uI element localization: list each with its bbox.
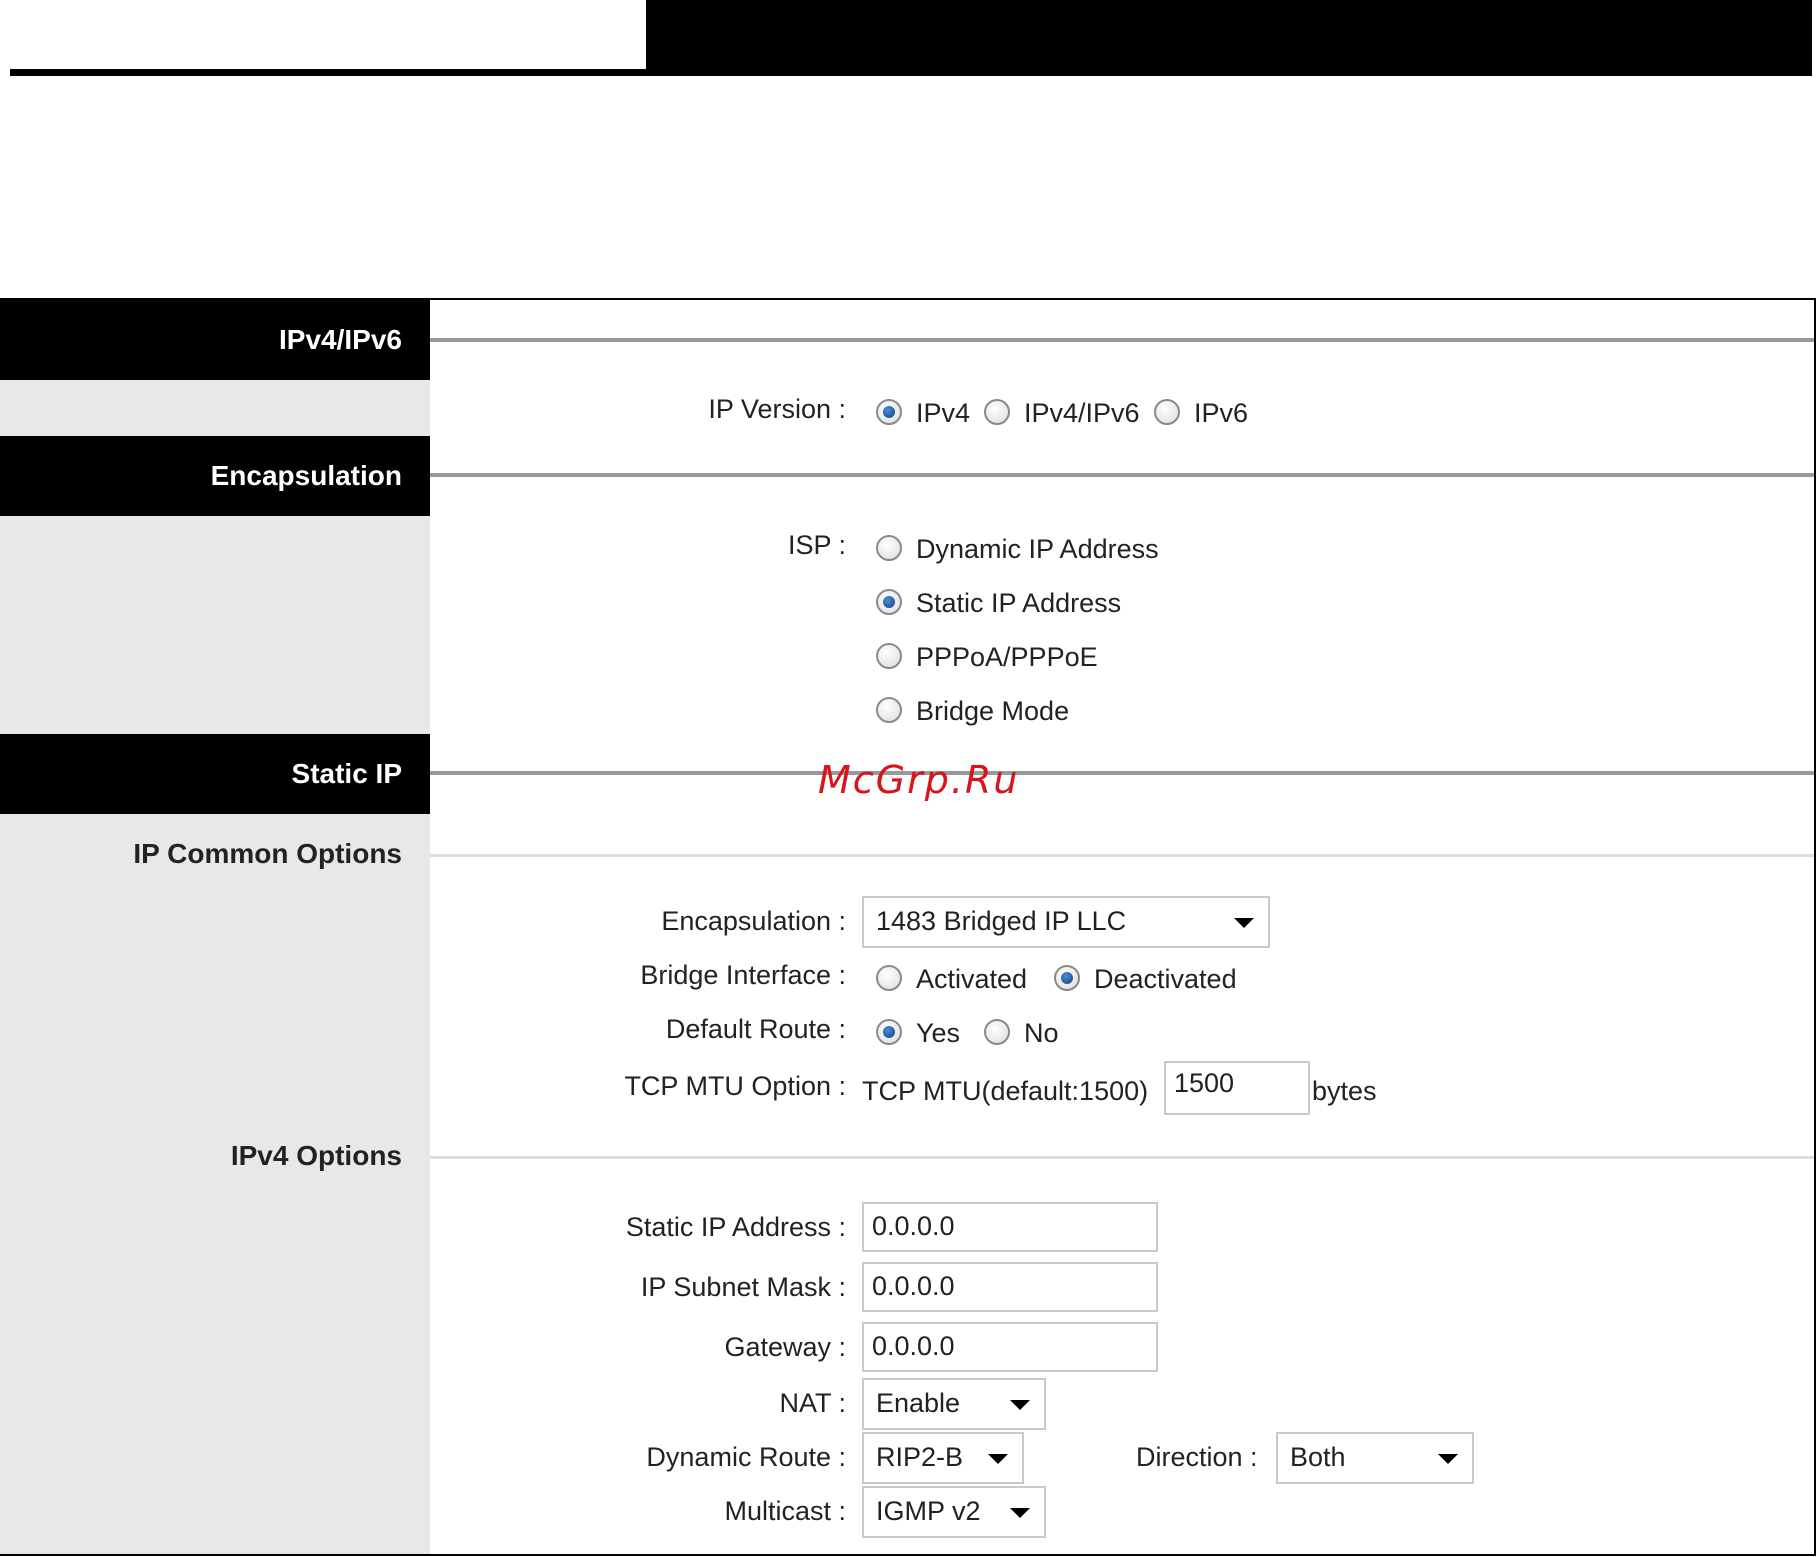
top-header-rule bbox=[10, 69, 1812, 76]
watermark: McGrp.Ru bbox=[818, 758, 1020, 802]
tcp-mtu-input[interactable]: 1500 bbox=[1164, 1061, 1310, 1115]
section-divider bbox=[430, 771, 1814, 775]
dynamic-route-select[interactable]: RIP2-B bbox=[862, 1432, 1024, 1484]
chevron-down-icon bbox=[1234, 918, 1254, 928]
subsection-ipv4-options: IPv4 Options bbox=[230, 1140, 402, 1171]
chevron-down-icon bbox=[1010, 1400, 1030, 1410]
dynamic-route-select-value: RIP2-B bbox=[876, 1442, 964, 1472]
nat-label: NAT : bbox=[779, 1388, 846, 1418]
top-header-bar bbox=[646, 0, 1812, 76]
ip-subnet-mask-label: IP Subnet Mask : bbox=[640, 1272, 846, 1302]
default-route-yes-label: Yes bbox=[916, 1018, 961, 1048]
section-header-encapsulation: Encapsulation bbox=[0, 436, 430, 516]
direction-label: Direction : bbox=[1136, 1442, 1258, 1472]
isp-dynamic-ip-radio[interactable] bbox=[876, 535, 902, 561]
dynamic-route-label: Dynamic Route : bbox=[646, 1442, 846, 1472]
ip-version-ipv4-ipv6-label: IPv4/IPv6 bbox=[1024, 398, 1140, 428]
section-header-ipv4-ipv6: IPv4/IPv6 bbox=[0, 300, 430, 380]
static-ip-address-label: Static IP Address : bbox=[625, 1212, 846, 1242]
ip-version-ipv4-ipv6-radio[interactable] bbox=[984, 399, 1010, 425]
isp-label: ISP : bbox=[787, 530, 846, 560]
encapsulation-select-value: 1483 Bridged IP LLC bbox=[876, 906, 1127, 936]
bridge-interface-activated-radio[interactable] bbox=[876, 965, 902, 991]
multicast-label: Multicast : bbox=[724, 1496, 846, 1526]
ip-version-label: IP Version : bbox=[708, 394, 846, 424]
ip-version-ipv6-label: IPv6 bbox=[1194, 398, 1249, 428]
section-divider bbox=[430, 473, 1814, 477]
nat-select-value: Enable bbox=[876, 1388, 961, 1418]
direction-select[interactable]: Both bbox=[1276, 1432, 1474, 1484]
subsection-divider bbox=[430, 1156, 1814, 1159]
gateway-label: Gateway : bbox=[724, 1332, 846, 1362]
isp-static-ip-label: Static IP Address bbox=[916, 588, 1122, 618]
section-divider bbox=[430, 338, 1814, 342]
multicast-select-value: IGMP v2 bbox=[876, 1496, 981, 1526]
isp-bridge-mode-radio[interactable] bbox=[876, 697, 902, 723]
static-ip-address-input[interactable]: 0.0.0.0 bbox=[862, 1202, 1158, 1252]
isp-bridge-mode-label: Bridge Mode bbox=[916, 696, 1070, 726]
direction-select-value: Both bbox=[1290, 1442, 1346, 1472]
isp-dynamic-ip-label: Dynamic IP Address bbox=[916, 534, 1159, 564]
tcp-mtu-default-text: TCP MTU(default:1500) bbox=[862, 1076, 1149, 1106]
isp-pppoa-pppoe-label: PPPoA/PPPoE bbox=[916, 642, 1098, 672]
default-route-no-radio[interactable] bbox=[984, 1019, 1010, 1045]
bridge-interface-label: Bridge Interface : bbox=[640, 960, 846, 990]
tcp-mtu-option-label: TCP MTU Option : bbox=[624, 1071, 846, 1101]
ip-version-ipv6-radio[interactable] bbox=[1154, 399, 1180, 425]
bridge-interface-deactivated-radio[interactable] bbox=[1054, 965, 1080, 991]
tcp-mtu-unit: bytes bbox=[1312, 1076, 1377, 1106]
default-route-yes-radio[interactable] bbox=[876, 1019, 902, 1045]
ip-subnet-mask-input[interactable]: 0.0.0.0 bbox=[862, 1262, 1158, 1312]
section-header-static-ip: Static IP bbox=[0, 734, 430, 814]
ip-version-ipv4-radio[interactable] bbox=[876, 399, 902, 425]
chevron-down-icon bbox=[1010, 1508, 1030, 1518]
chevron-down-icon bbox=[988, 1454, 1008, 1464]
bridge-interface-deactivated-label: Deactivated bbox=[1094, 964, 1237, 994]
default-route-label: Default Route : bbox=[665, 1014, 846, 1044]
wan-settings-panel: IPv4/IPv6 IP Version : IPv4 IPv4/IPv6 IP… bbox=[0, 298, 1816, 1556]
encapsulation-label: Encapsulation : bbox=[661, 906, 846, 936]
isp-pppoa-pppoe-radio[interactable] bbox=[876, 643, 902, 669]
gateway-input[interactable]: 0.0.0.0 bbox=[862, 1322, 1158, 1372]
multicast-select[interactable]: IGMP v2 bbox=[862, 1486, 1046, 1538]
isp-static-ip-radio[interactable] bbox=[876, 589, 902, 615]
chevron-down-icon bbox=[1438, 1454, 1458, 1464]
nat-select[interactable]: Enable bbox=[862, 1378, 1046, 1430]
encapsulation-select[interactable]: 1483 Bridged IP LLC bbox=[862, 896, 1270, 948]
ip-version-ipv4-label: IPv4 bbox=[916, 398, 971, 428]
subsection-ip-common-options: IP Common Options bbox=[133, 838, 402, 869]
subsection-divider bbox=[430, 854, 1814, 857]
bridge-interface-activated-label: Activated bbox=[916, 964, 1028, 994]
default-route-no-label: No bbox=[1024, 1018, 1059, 1048]
